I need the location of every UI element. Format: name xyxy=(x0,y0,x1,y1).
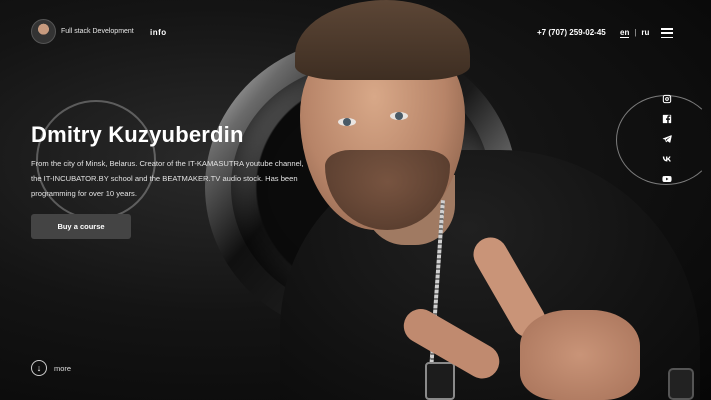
more-label: more xyxy=(54,363,72,373)
lang-ru-link[interactable]: ru xyxy=(641,28,649,38)
more-link[interactable]: ↓ more xyxy=(31,360,71,376)
hamburger-menu-icon[interactable] xyxy=(661,28,673,38)
portrait-palm xyxy=(520,310,640,400)
language-switcher: en | ru xyxy=(620,28,649,38)
portrait-eye-right xyxy=(390,112,408,120)
lang-en-link[interactable]: en xyxy=(620,28,630,38)
hero-description: From the city of Minsk, Belarus. Creator… xyxy=(31,159,304,198)
facebook-icon[interactable] xyxy=(661,113,672,124)
portrait-photo xyxy=(270,0,711,400)
social-links xyxy=(661,93,672,184)
menu-line xyxy=(661,32,673,34)
portrait-dog-tag xyxy=(425,362,455,400)
menu-line xyxy=(661,36,673,38)
portrait-eye-left xyxy=(338,118,356,126)
menu-line xyxy=(661,28,673,30)
vk-icon[interactable] xyxy=(661,153,672,164)
arrow-down-icon: ↓ xyxy=(31,360,47,376)
portrait-hair xyxy=(295,0,470,80)
avatar[interactable] xyxy=(31,19,56,44)
hero-title: Dmitry Kuzyuberdin xyxy=(31,122,244,147)
instagram-icon[interactable] xyxy=(661,93,672,104)
nav-info-link[interactable]: info xyxy=(150,28,167,37)
brand-tagline: Full stack Development xyxy=(61,28,134,35)
lang-separator: | xyxy=(634,28,637,37)
portrait-hand xyxy=(397,225,650,400)
youtube-icon[interactable] xyxy=(661,173,672,184)
phone-number[interactable]: +7 (707) 259-02-45 xyxy=(537,28,606,37)
buy-course-button[interactable]: Buy a course xyxy=(31,214,131,239)
telegram-icon[interactable] xyxy=(661,133,672,144)
portrait-watch xyxy=(668,368,694,400)
